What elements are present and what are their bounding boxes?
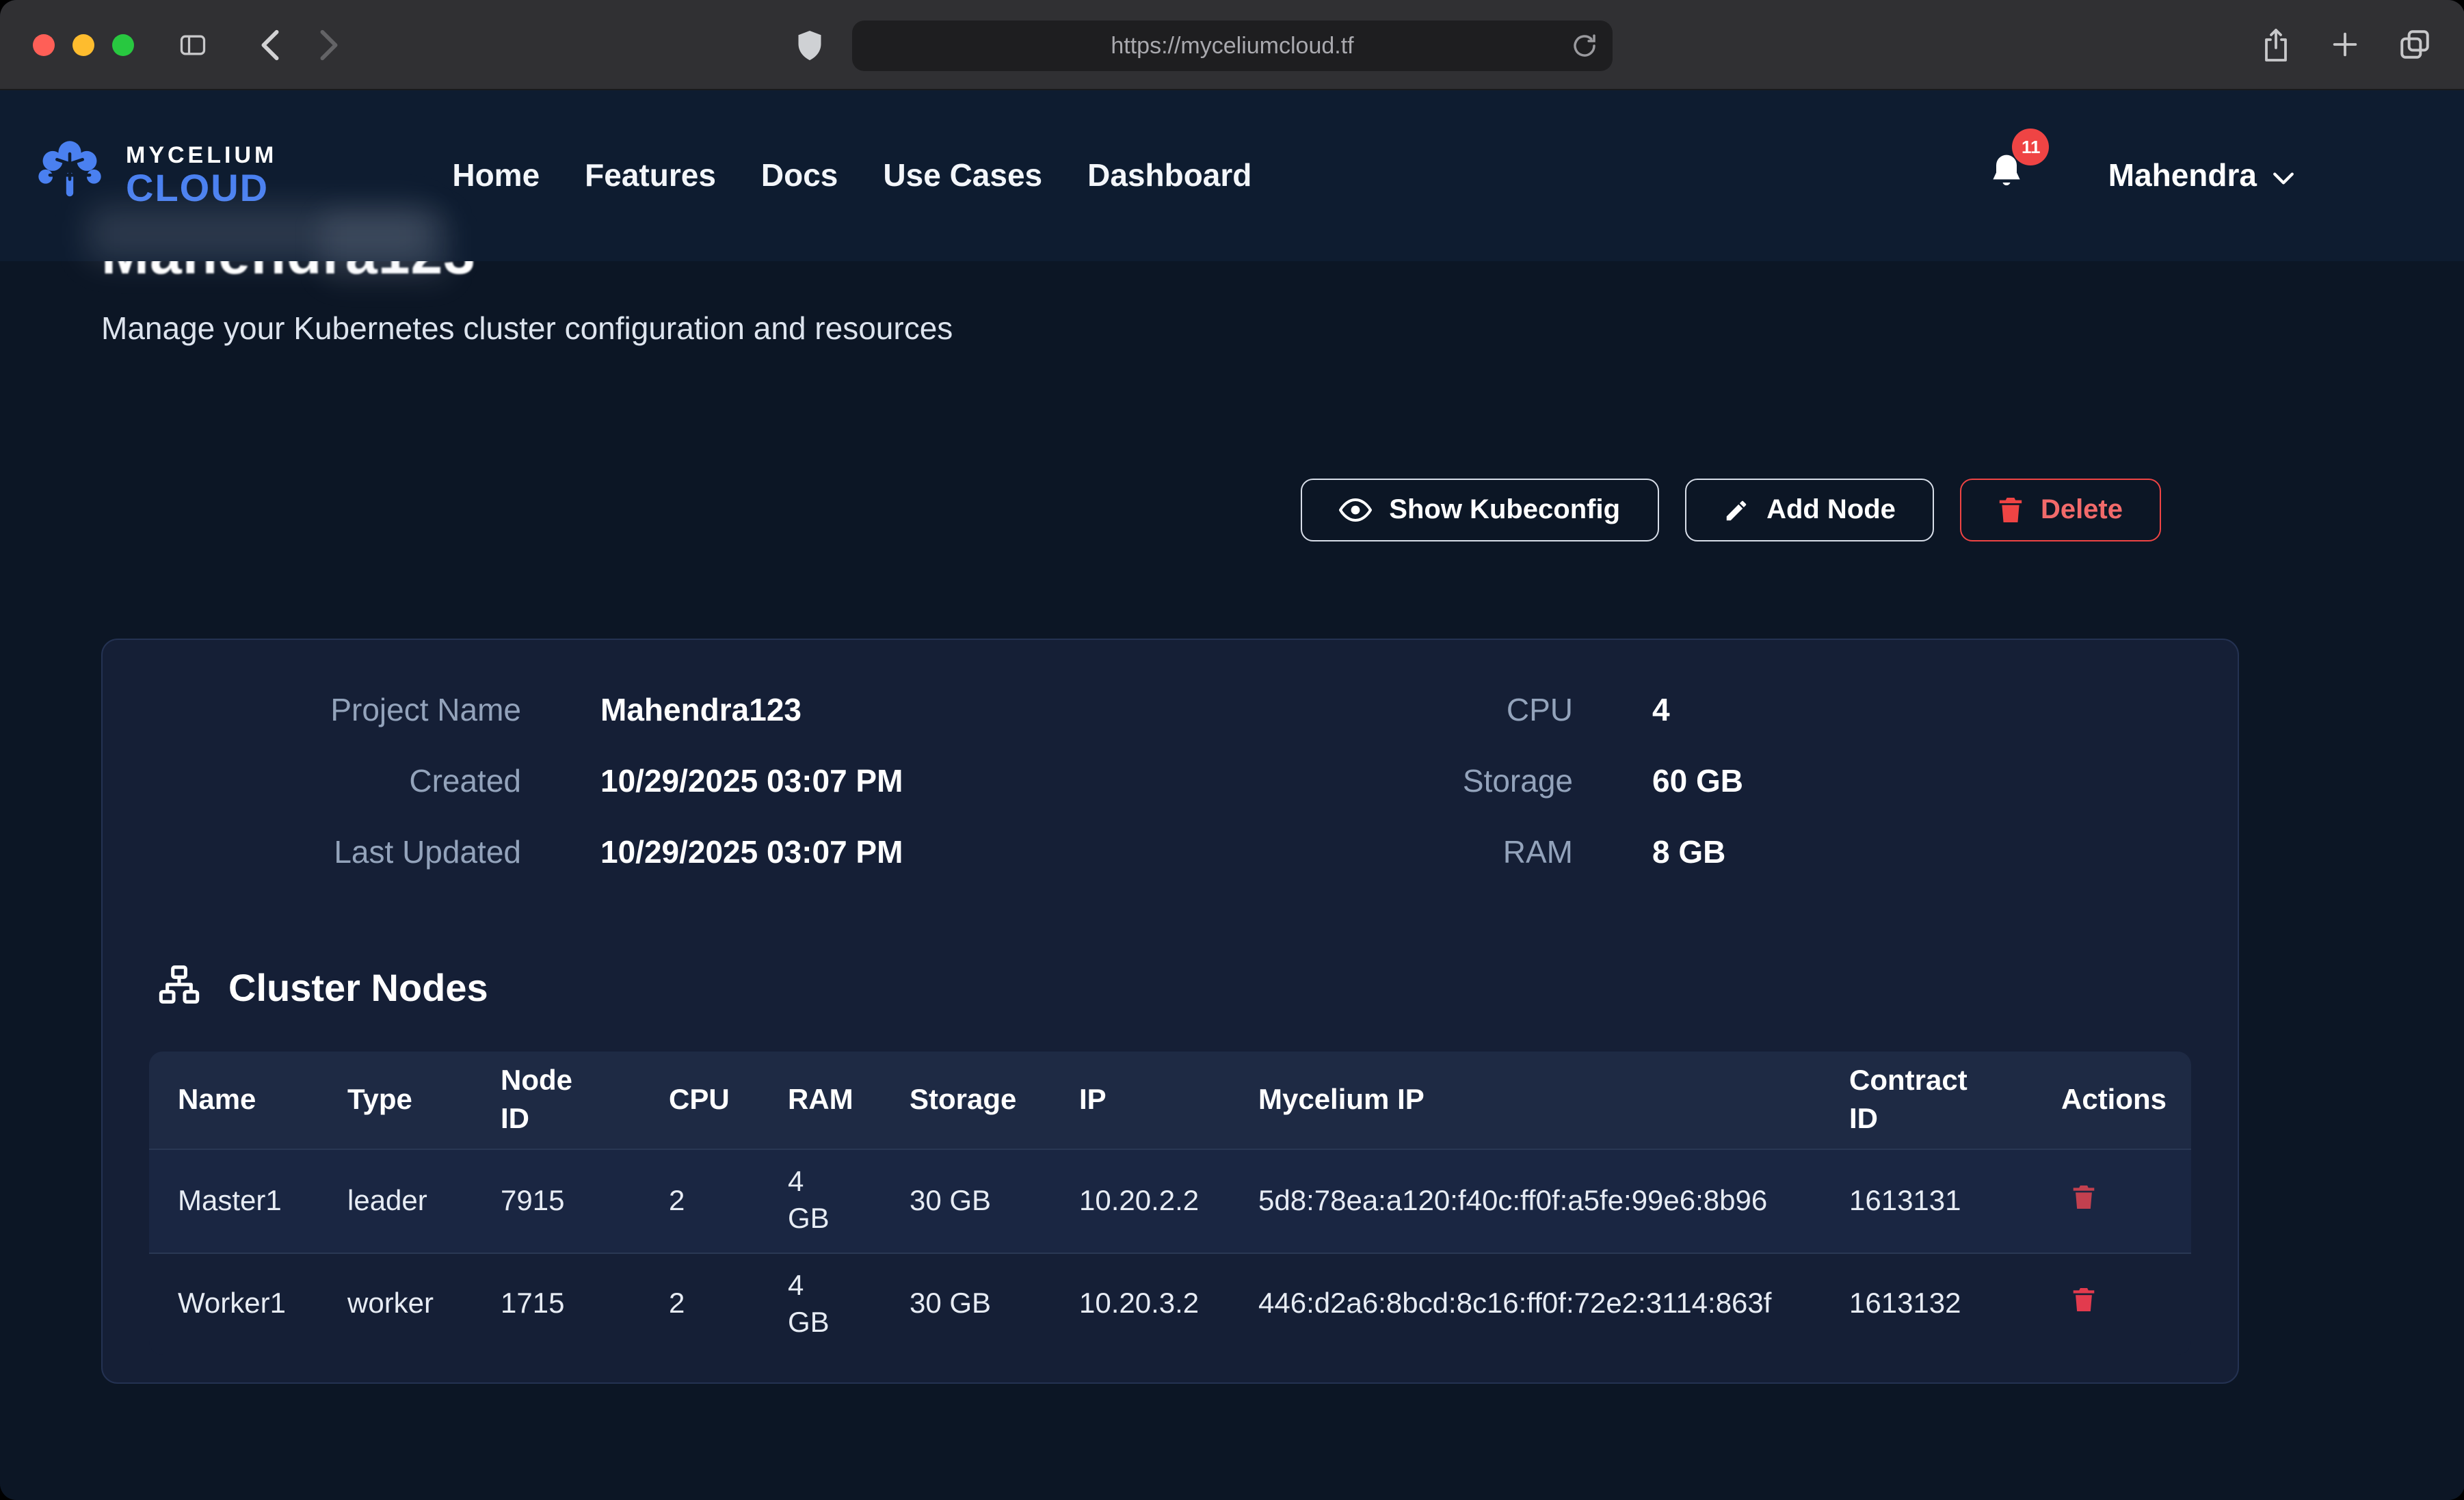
col-ram: RAM — [759, 1052, 881, 1149]
cell-cpu: 2 — [640, 1253, 759, 1355]
ram-label: RAM — [1219, 835, 1573, 872]
cpu-value: 4 — [1652, 693, 1670, 729]
add-node-label: Add Node — [1766, 495, 1896, 526]
user-name: Mahendra — [2108, 157, 2257, 194]
chevron-down-icon — [2272, 157, 2295, 194]
blurred-title-overflow — [88, 206, 432, 261]
col-name: Name — [149, 1052, 319, 1149]
privacy-shield-icon[interactable] — [795, 29, 825, 63]
show-kubeconfig-label: Show Kubeconfig — [1389, 495, 1620, 526]
last-updated-label: Last Updated — [179, 835, 521, 872]
logo[interactable]: MYCELIUM CLOUD — [33, 135, 277, 216]
eye-icon — [1338, 497, 1371, 524]
zoom-window-button[interactable] — [112, 34, 134, 55]
bell-icon — [1988, 175, 2026, 198]
trash-icon — [1998, 497, 2023, 524]
cell-ip: 10.20.3.2 — [1050, 1253, 1230, 1355]
back-icon[interactable] — [260, 28, 280, 61]
col-node-id: Node ID — [472, 1052, 640, 1149]
network-icon — [157, 963, 201, 1014]
address-bar[interactable]: https://myceliumcloud.tf — [852, 21, 1613, 71]
tab-overview-icon[interactable] — [2398, 27, 2432, 62]
table-row: Worker1 worker 1715 2 4 GB 30 GB 10.20.3… — [149, 1253, 2191, 1355]
user-menu[interactable]: Mahendra — [2108, 157, 2295, 194]
cell-node-id: 7915 — [472, 1149, 640, 1253]
new-tab-icon[interactable] — [2329, 29, 2361, 60]
created-label: Created — [179, 764, 521, 801]
cluster-nodes-heading: Cluster Nodes — [228, 967, 488, 1010]
cell-type: worker — [319, 1253, 472, 1355]
cell-contract-id: 1613131 — [1820, 1149, 2032, 1253]
logo-text-bottom: CLOUD — [126, 168, 277, 208]
created-value: 10/29/2025 03:07 PM — [600, 764, 903, 801]
table-header-row: Name Type Node ID CPU RAM Storage IP Myc… — [149, 1052, 2191, 1149]
col-ip: IP — [1050, 1052, 1230, 1149]
notifications-button[interactable]: 11 — [1988, 152, 2026, 200]
main-nav: Home Features Docs Use Cases Dashboard — [452, 157, 1251, 194]
sidebar-toggle-icon[interactable] — [175, 29, 211, 59]
col-cpu: CPU — [640, 1052, 759, 1149]
col-mycelium-ip: Mycelium IP — [1230, 1052, 1820, 1149]
nav-link-dashboard[interactable]: Dashboard — [1087, 157, 1251, 194]
cell-mycelium-ip: 446:d2a6:8bcd:8c16:ff0f:72e2:3114:863f — [1230, 1253, 1820, 1355]
cell-ip: 10.20.2.2 — [1050, 1149, 1230, 1253]
nav-link-use-cases[interactable]: Use Cases — [883, 157, 1042, 194]
col-actions: Actions — [2032, 1052, 2191, 1149]
cell-name: Master1 — [149, 1149, 319, 1253]
logo-text-top: MYCELIUM — [126, 144, 277, 168]
nav-link-features[interactable]: Features — [585, 157, 716, 194]
cell-storage: 30 GB — [881, 1253, 1050, 1355]
mycelium-cloud-logo-icon — [33, 135, 107, 216]
cell-ram: 4 GB — [759, 1149, 881, 1253]
cell-node-id: 1715 — [472, 1253, 640, 1355]
delete-node-button[interactable] — [2072, 1183, 2095, 1209]
cell-storage: 30 GB — [881, 1149, 1050, 1253]
nav-link-home[interactable]: Home — [452, 157, 540, 194]
ram-value: 8 GB — [1652, 835, 1725, 872]
cell-type: leader — [319, 1149, 472, 1253]
url-text: https://myceliumcloud.tf — [1111, 32, 1353, 59]
col-contract-id: Contract ID — [1820, 1052, 2032, 1149]
browser-window: https://myceliumcloud.tf — [0, 0, 2464, 1500]
cluster-nodes-table: Name Type Node ID CPU RAM Storage IP Myc… — [149, 1052, 2191, 1356]
cluster-actions-toolbar: Show Kubeconfig Add Node — [101, 479, 2239, 542]
cell-actions — [2032, 1149, 2191, 1253]
app-navbar: MYCELIUM CLOUD Home Features Docs Use Ca… — [0, 90, 2464, 261]
refresh-icon[interactable] — [1570, 31, 1599, 60]
minimize-window-button[interactable] — [72, 34, 94, 55]
cell-contract-id: 1613132 — [1820, 1253, 2032, 1355]
delete-label: Delete — [2041, 495, 2123, 526]
window-controls — [33, 34, 134, 55]
table-row: Master1 leader 7915 2 4 GB 30 GB 10.20.2… — [149, 1149, 2191, 1253]
delete-cluster-button[interactable]: Delete — [1960, 479, 2161, 542]
add-node-button[interactable]: Add Node — [1684, 479, 1934, 542]
cell-mycelium-ip: 5d8:78ea:a120:f40c:ff0f:a5fe:99e6:8b96 — [1230, 1149, 1820, 1253]
project-name-value: Mahendra123 — [600, 693, 802, 729]
col-storage: Storage — [881, 1052, 1050, 1149]
close-window-button[interactable] — [33, 34, 55, 55]
storage-value: 60 GB — [1652, 764, 1743, 801]
cpu-label: CPU — [1219, 693, 1573, 729]
project-name-label: Project Name — [179, 693, 521, 729]
col-type: Type — [319, 1052, 472, 1149]
cell-cpu: 2 — [640, 1149, 759, 1253]
cell-ram: 4 GB — [759, 1253, 881, 1355]
page-subtitle: Manage your Kubernetes cluster configura… — [101, 311, 2464, 348]
delete-node-button[interactable] — [2072, 1287, 2095, 1313]
last-updated-value: 10/29/2025 03:07 PM — [600, 835, 903, 872]
pencil-icon — [1723, 498, 1749, 524]
notification-count-badge: 11 — [2013, 129, 2050, 165]
cell-actions — [2032, 1253, 2191, 1355]
show-kubeconfig-button[interactable]: Show Kubeconfig — [1300, 479, 1658, 542]
cluster-details-card: Project Name Mahendra123 Created 10/29/2… — [101, 639, 2239, 1384]
storage-label: Storage — [1219, 764, 1573, 801]
forward-icon[interactable] — [319, 28, 339, 61]
browser-chrome: https://myceliumcloud.tf — [0, 0, 2464, 90]
page-content: Mahendra123 Manage your Kubernetes clust… — [0, 261, 2464, 1500]
cell-name: Worker1 — [149, 1253, 319, 1355]
nav-link-docs[interactable]: Docs — [761, 157, 838, 194]
share-icon[interactable] — [2260, 27, 2292, 62]
